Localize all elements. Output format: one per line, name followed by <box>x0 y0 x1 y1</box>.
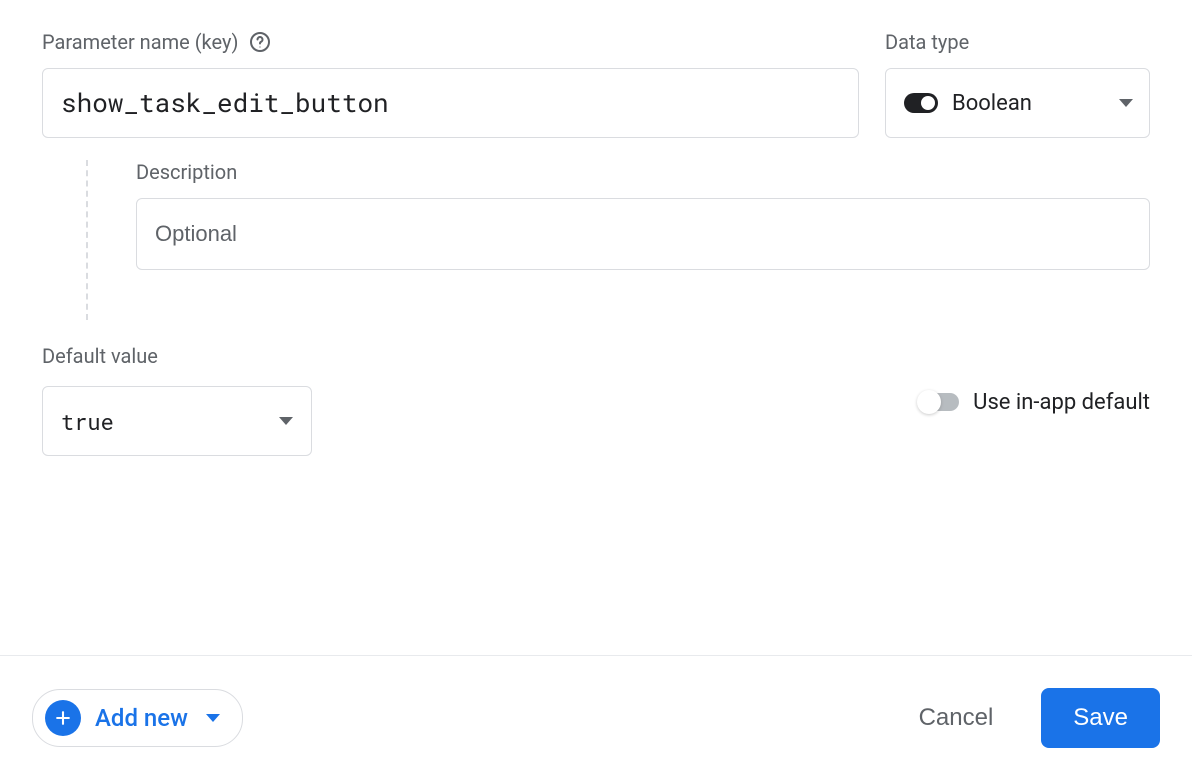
parameter-name-input[interactable] <box>42 68 859 138</box>
data-type-label-text: Data type <box>885 30 969 54</box>
default-value-label: Default value <box>42 344 312 368</box>
chevron-down-icon <box>206 714 220 722</box>
use-in-app-default-toggle[interactable]: Use in-app default <box>919 348 1150 456</box>
default-value-select[interactable]: true <box>42 386 312 456</box>
save-button[interactable]: Save <box>1041 688 1160 748</box>
toggle-icon <box>919 393 959 411</box>
footer-bar: Add new Cancel Save <box>0 655 1192 748</box>
parameter-name-label-text: Parameter name (key) <box>42 30 238 54</box>
data-type-select[interactable]: Boolean <box>885 68 1150 138</box>
parameter-name-label: Parameter name (key) <box>42 30 859 54</box>
description-label: Description <box>136 160 1150 184</box>
plus-icon <box>45 700 81 736</box>
help-icon[interactable] <box>248 30 272 54</box>
default-value-text: true <box>61 407 279 436</box>
cancel-button[interactable]: Cancel <box>895 690 1018 746</box>
boolean-icon <box>904 93 938 113</box>
chevron-down-icon <box>1119 99 1133 107</box>
chevron-down-icon <box>279 417 293 425</box>
data-type-label: Data type <box>885 30 1150 54</box>
use-in-app-default-label: Use in-app default <box>973 390 1150 415</box>
description-input[interactable] <box>136 198 1150 270</box>
add-new-label: Add new <box>95 704 188 732</box>
add-new-button[interactable]: Add new <box>32 689 243 747</box>
data-type-value: Boolean <box>952 91 1105 116</box>
